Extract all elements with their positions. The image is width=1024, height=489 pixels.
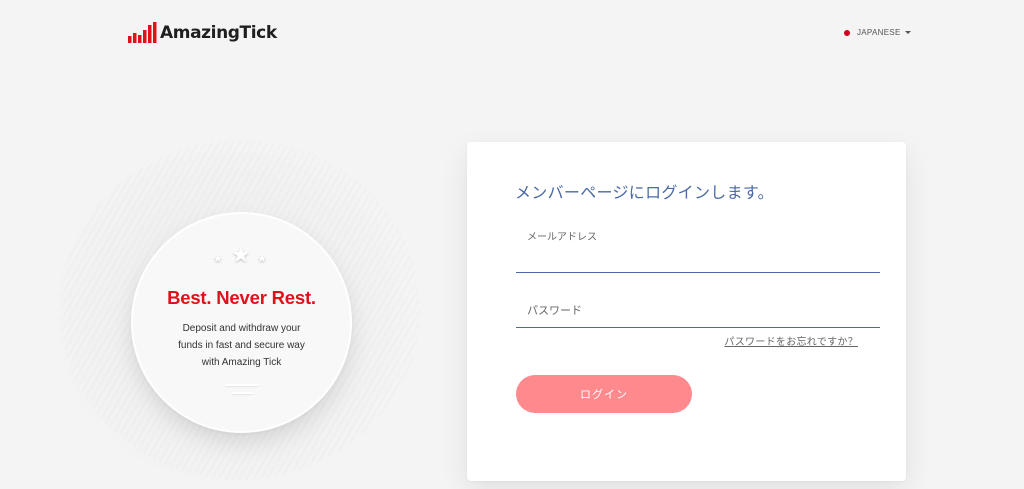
decorative-lines [225,384,259,400]
flag-dot-icon [844,29,850,36]
password-field[interactable] [516,292,880,328]
language-selector[interactable]: JAPANESE [844,28,911,37]
email-field[interactable] [516,248,880,273]
promo-title: Best. Never Rest. [167,287,316,308]
email-label: メールアドレス [527,232,597,243]
language-label: JAPANESE [857,28,901,37]
promo-circle: ★ ★ ★ Best. Never Rest. Deposit and with… [133,214,350,431]
login-button[interactable]: ログイン [516,375,692,413]
stars-group: ★ ★ ★ [133,242,350,267]
star-icon: ★ [231,242,251,267]
star-icon: ★ [213,253,223,265]
forgot-password-link[interactable]: パスワードをお忘れですか？ [724,333,858,348]
logo-bars-icon [128,22,157,43]
caret-down-icon [904,31,911,34]
promo-line: funds in fast and secure way [178,340,305,351]
login-card: メンバーページにログインします。 メールアドレス パスワードをお忘れですか？ ロ… [467,142,906,481]
promo-description: Deposit and withdraw your funds in fast … [159,320,324,371]
brand-logo[interactable]: AmazingTick [128,21,277,45]
promo-line: Deposit and withdraw your [182,323,301,334]
star-icon: ★ [257,253,267,265]
brand-name: AmazingTick [160,23,277,43]
login-title: メンバーページにログインします。 [515,185,774,202]
promo-line: with Amazing Tick [201,357,282,368]
